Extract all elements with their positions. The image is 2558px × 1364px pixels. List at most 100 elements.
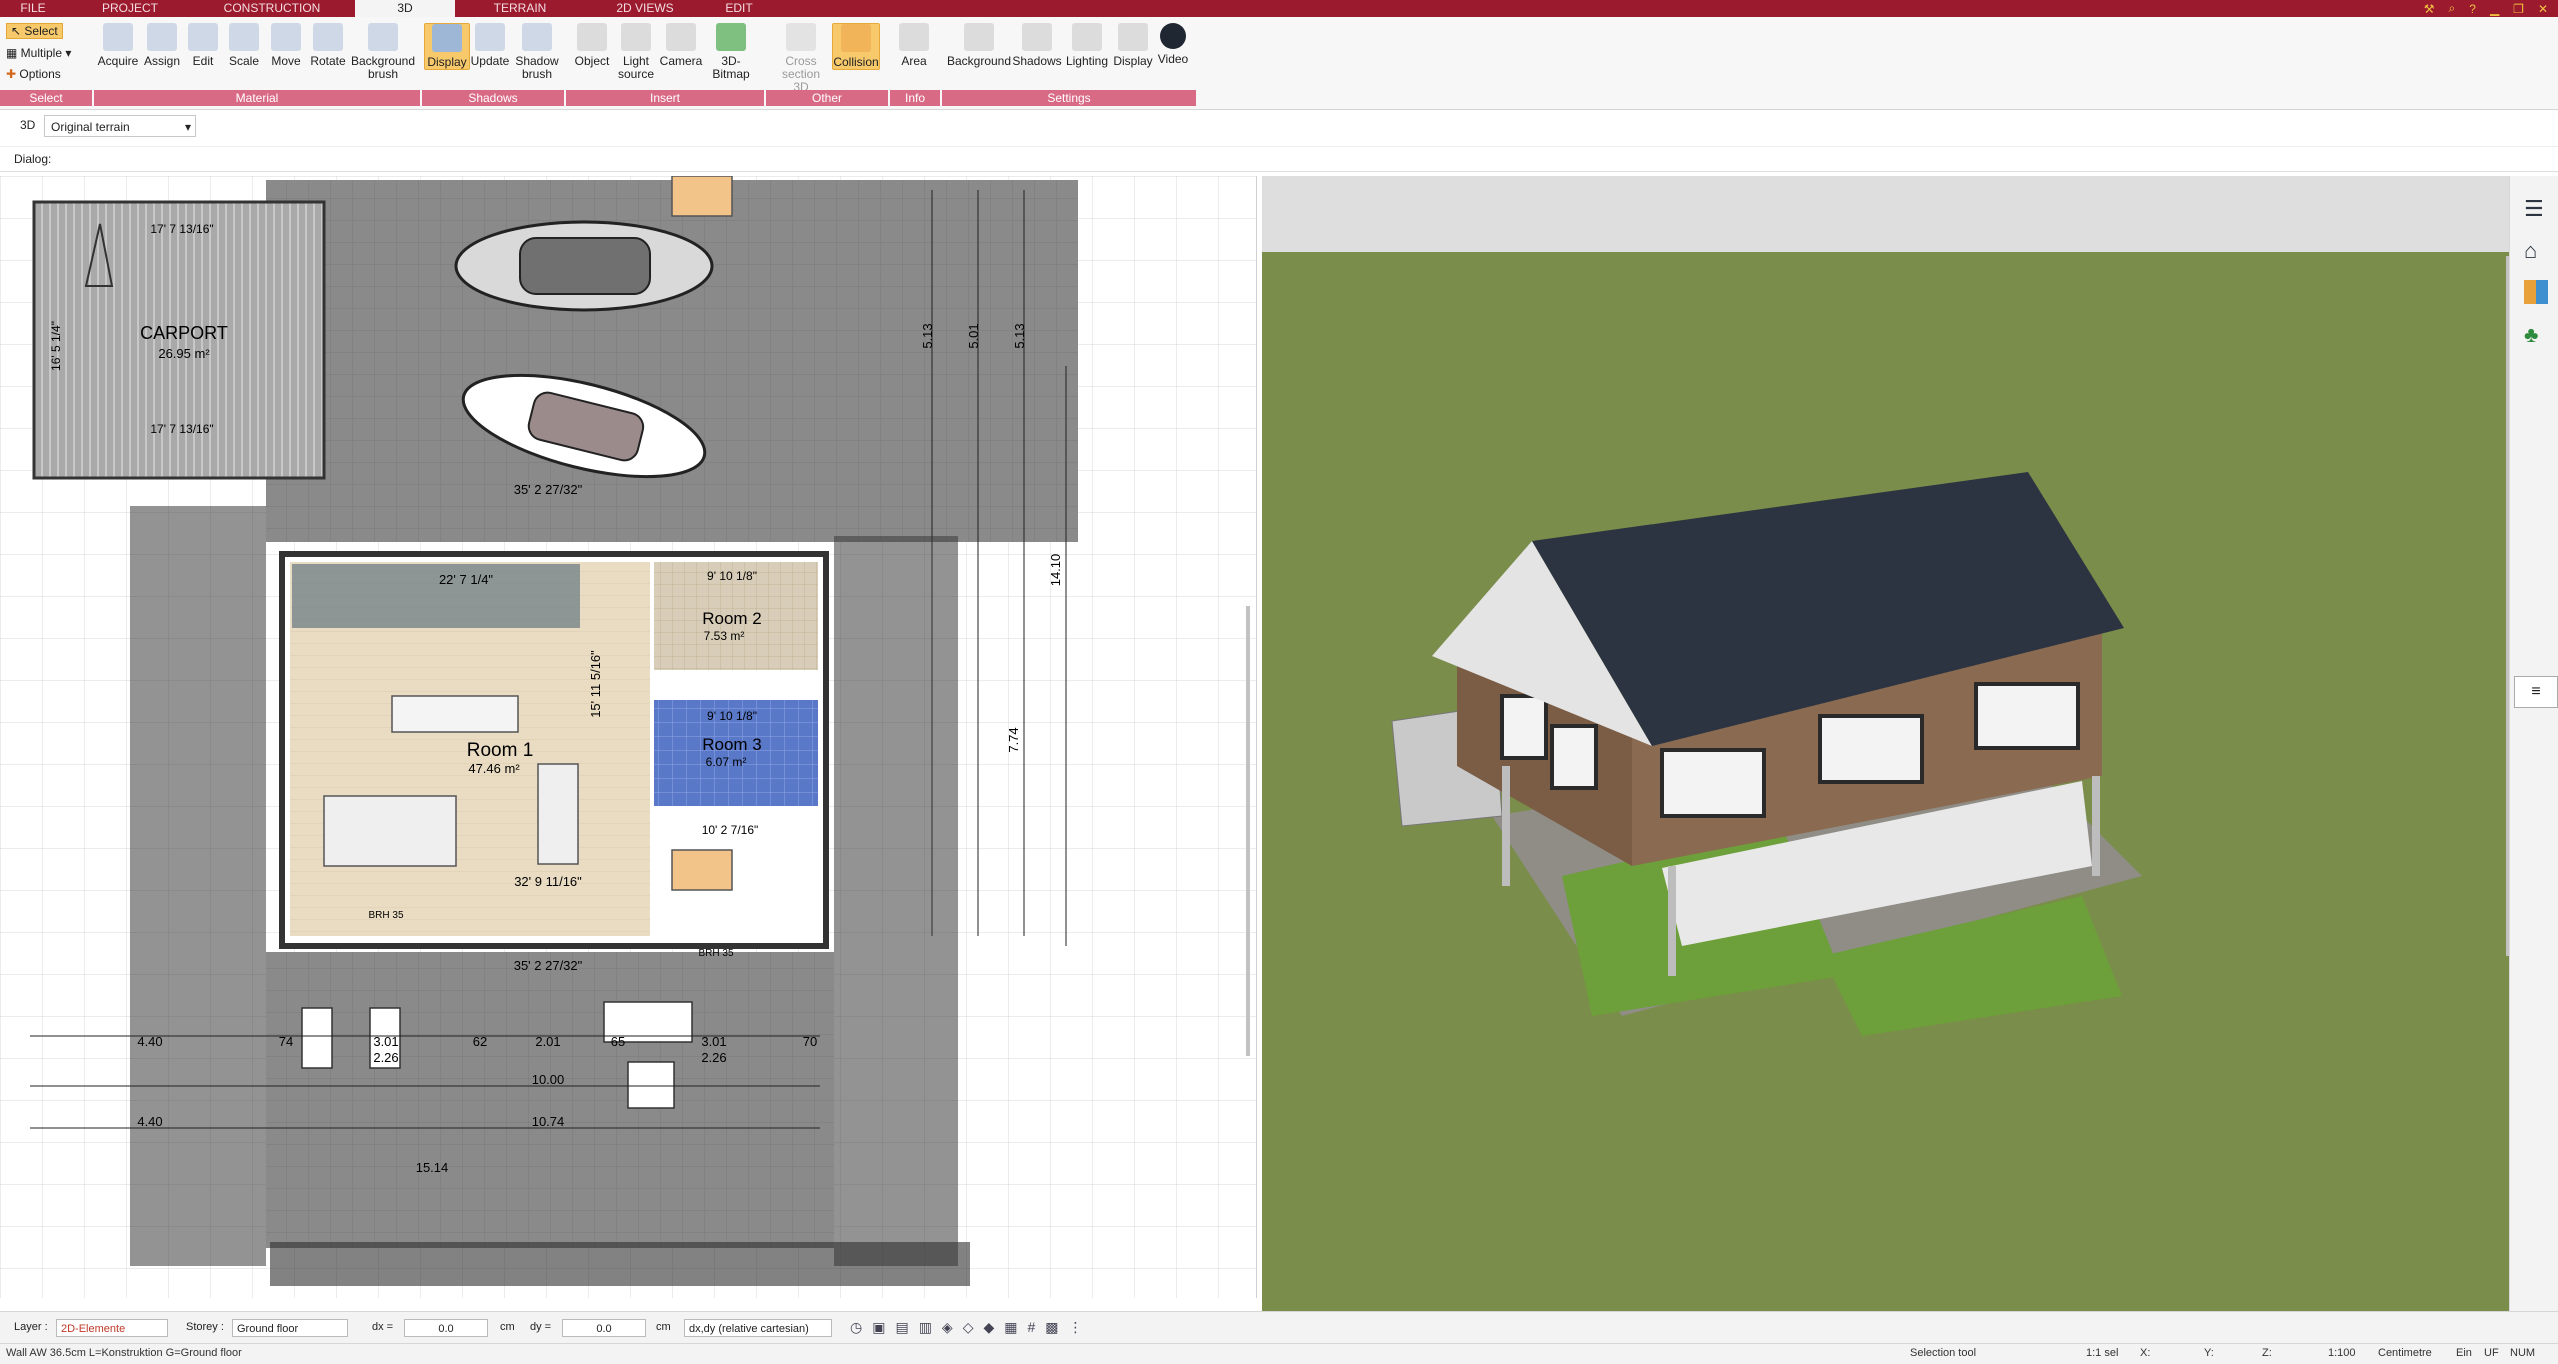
background-brush-button[interactable]: Background brush <box>350 23 416 81</box>
restore-icon[interactable]: ❐ <box>2513 2 2524 16</box>
kitchen-counter[interactable] <box>323 795 457 867</box>
hedge-right <box>834 536 958 1266</box>
storey-select[interactable]: Ground floor <box>232 1319 348 1337</box>
dining-table-top[interactable] <box>671 849 733 891</box>
background-icon <box>964 23 994 51</box>
window-5 <box>1550 724 1598 790</box>
dim-top-width: 35' 2 27/32" <box>514 482 583 497</box>
cross-section-button[interactable]: Cross section 3D <box>776 23 826 94</box>
plan-scrollbar[interactable] <box>1246 606 1250 1056</box>
dim-w1: 3.01 <box>373 1034 398 1049</box>
display-settings-button[interactable]: Display <box>1110 23 1156 68</box>
shadow-brush-button[interactable]: Shadow brush <box>512 23 562 81</box>
materials-icon[interactable] <box>2524 280 2548 304</box>
floor-plan-view[interactable]: CARPORT 26.95 m² 17' 7 13/16" 17' 7 13/1… <box>0 176 1257 1298</box>
play-icon <box>1160 23 1186 49</box>
staircase[interactable] <box>292 564 580 628</box>
display-shadows-button[interactable]: Display <box>424 23 470 70</box>
dx-input[interactable]: 0.0 <box>404 1319 488 1337</box>
tools-icon[interactable]: ⚒ <box>2424 2 2435 16</box>
dining-table[interactable] <box>671 176 733 217</box>
sofa[interactable] <box>537 763 579 865</box>
menu-tab-2d-views[interactable]: 2D VIEWS <box>604 0 686 17</box>
group-material: Material <box>94 90 420 106</box>
group-select: Select <box>0 90 92 106</box>
shadows-button[interactable]: Shadows <box>1012 23 1062 68</box>
coord-mode-select[interactable]: dx,dy (relative cartesian) <box>684 1319 832 1337</box>
snap-icon-2[interactable]: ▤ <box>895 1319 908 1336</box>
menu-tab-construction[interactable]: CONSTRUCTION <box>222 0 322 17</box>
dim-room2-top: 9' 10 1/8" <box>707 569 757 583</box>
dim-w5: 2.26 <box>701 1050 726 1065</box>
background-button[interactable]: Background <box>944 23 1014 68</box>
chair-icon[interactable]: ⌂ <box>2524 238 2537 264</box>
select-button[interactable]: ↖ Select <box>6 23 63 39</box>
3d-canvas[interactable] <box>1262 176 2509 1311</box>
carport-name: CARPORT <box>140 323 228 343</box>
right-sidebar: ☰ ⌂ ♣ ≡ <box>2509 176 2558 1311</box>
hedge-left <box>130 506 266 1266</box>
kitchen-island[interactable] <box>391 695 519 733</box>
3d-bitmap-button[interactable]: 3D-Bitmap <box>704 23 758 81</box>
rotate-button[interactable]: Rotate <box>306 23 350 68</box>
dim-w2: 2.26 <box>373 1050 398 1065</box>
car-top[interactable] <box>454 220 714 312</box>
lamp-icon <box>621 23 651 51</box>
3d-view[interactable] <box>1262 176 2509 1311</box>
floor-plan-canvas[interactable]: CARPORT 26.95 m² 17' 7 13/16" 17' 7 13/1… <box>0 176 1256 1298</box>
snap-icon-3[interactable]: ▥ <box>919 1319 932 1336</box>
camera-button[interactable]: Camera <box>658 23 704 68</box>
sky <box>1262 176 2509 252</box>
tree-sidebar-icon[interactable]: ♣ <box>2524 322 2538 348</box>
close-icon[interactable]: ✕ <box>2538 2 2548 16</box>
terrace-bottom <box>266 952 834 1248</box>
dim-w3: 2.01 <box>535 1034 560 1049</box>
multiple-dropdown[interactable]: ▦ Multiple ▾ <box>6 46 71 60</box>
layer-select[interactable]: 2D-Elemente <box>56 1319 168 1337</box>
move-button[interactable]: Move <box>266 23 306 68</box>
update-button[interactable]: Update <box>468 23 512 68</box>
minimize-icon[interactable]: ▁ <box>2490 2 2499 16</box>
scale-button[interactable]: Scale <box>224 23 264 68</box>
lighting-button[interactable]: Lighting <box>1062 23 1112 68</box>
light-source-button[interactable]: Light source <box>614 23 658 81</box>
help-icon[interactable]: ? <box>2469 2 2476 16</box>
terrain-select[interactable]: Original terrain ▾ <box>44 115 196 137</box>
grid-icon[interactable]: # <box>1028 1319 1036 1336</box>
group-shadows: Shadows <box>422 90 564 106</box>
collision-button[interactable]: Collision <box>832 23 880 70</box>
snap-icon-6[interactable]: ◆ <box>983 1319 994 1336</box>
video-button[interactable]: Video <box>1156 23 1190 66</box>
search-icon[interactable]: ⌕ <box>2449 1 2456 16</box>
assign-button[interactable]: Assign <box>140 23 184 68</box>
panel-toggle-icon[interactable]: ≡ <box>2514 676 2558 708</box>
cross-section-icon <box>786 23 816 51</box>
status-x: X: <box>2140 1347 2151 1359</box>
group-other: Other <box>766 90 888 106</box>
edit-button[interactable]: Edit <box>184 23 222 68</box>
snap-icon-1[interactable]: ▣ <box>872 1319 885 1336</box>
room-3-name: Room 3 <box>702 735 762 754</box>
lounger-1[interactable] <box>301 1007 333 1069</box>
options-button[interactable]: ✚ Options <box>6 67 61 81</box>
clock-icon[interactable]: ◷ <box>850 1319 862 1336</box>
menu-tab-project[interactable]: PROJECT <box>98 0 162 17</box>
menu-tab-edit[interactable]: EDIT <box>716 0 762 17</box>
ortho-icon[interactable]: ▩ <box>1045 1319 1058 1336</box>
layers-icon[interactable]: ☰ <box>2524 196 2544 222</box>
window-controls: ⚒ ⌕ ? ▁ ❐ ✕ <box>2424 0 2548 17</box>
menu-tab-file[interactable]: FILE <box>6 0 60 17</box>
menu-tab-3d[interactable]: 3D <box>355 0 455 17</box>
terrace-table[interactable] <box>627 1061 675 1109</box>
menu-tab-terrain[interactable]: TERRAIN <box>482 0 558 17</box>
dim-w4: 3.01 <box>701 1034 726 1049</box>
more-icon[interactable]: ⋮ <box>1069 1319 1083 1336</box>
snap-icon-4[interactable]: ◈ <box>942 1319 953 1336</box>
dy-input[interactable]: 0.0 <box>562 1319 646 1337</box>
area-button[interactable]: Area <box>892 23 936 68</box>
snap-toolbar: ◷ ▣ ▤ ▥ ◈ ◇ ◆ ▦ # ▩ ⋮ <box>850 1319 1083 1336</box>
snap-icon-7[interactable]: ▦ <box>1004 1319 1017 1336</box>
acquire-button[interactable]: Acquire <box>96 23 140 68</box>
snap-icon-5[interactable]: ◇ <box>963 1319 974 1336</box>
object-button[interactable]: Object <box>570 23 614 68</box>
